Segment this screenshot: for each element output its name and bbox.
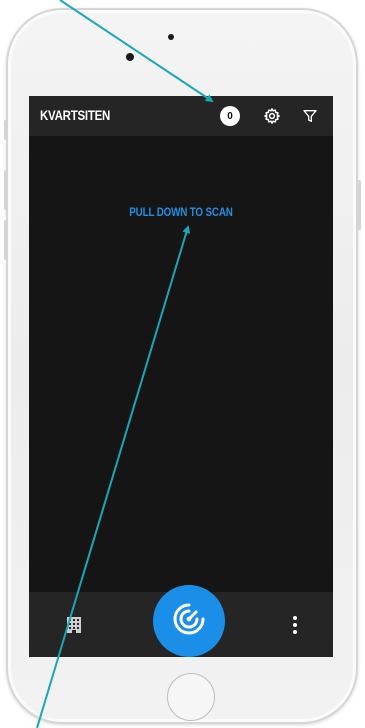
app-bar: KVARTSITEN 0 — [29, 96, 333, 136]
gear-icon[interactable] — [260, 104, 284, 128]
building-grid-icon[interactable] — [65, 616, 83, 634]
home-button[interactable] — [167, 673, 215, 721]
volume-up-button — [4, 170, 8, 210]
phone-camera — [126, 53, 134, 61]
scan-count-badge[interactable]: 0 — [220, 106, 240, 126]
app-title: KVARTSITEN — [40, 107, 111, 123]
radar-scan-icon — [172, 602, 206, 641]
power-button — [357, 180, 361, 230]
phone-speaker — [168, 34, 174, 40]
filter-icon[interactable] — [298, 104, 322, 128]
pull-to-scan-hint: PULL DOWN TO SCAN — [129, 205, 233, 219]
scan-button[interactable] — [153, 585, 225, 657]
mute-switch — [4, 120, 8, 140]
app-screen[interactable]: KVARTSITEN 0 PULL DOWN TO SCAN — [29, 96, 333, 657]
more-vertical-icon[interactable] — [287, 614, 303, 636]
volume-down-button — [4, 220, 8, 260]
